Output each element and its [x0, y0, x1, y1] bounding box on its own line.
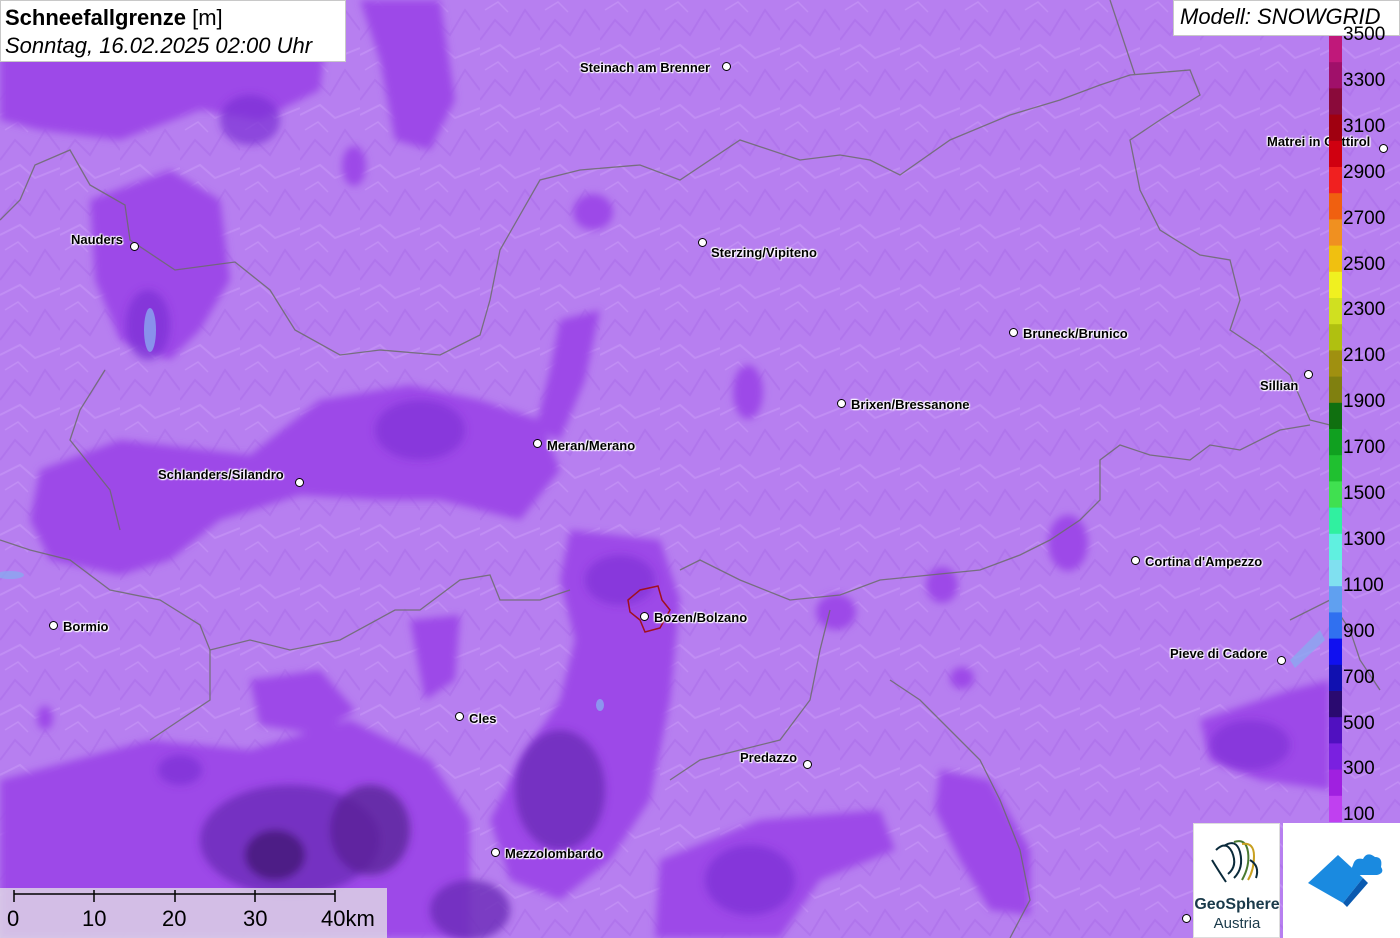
legend-tick-label: 700 — [1343, 666, 1375, 688]
legend-swatch — [1329, 691, 1342, 718]
city-dot[interactable] — [455, 712, 464, 721]
geosphere-name: GeoSphere — [1194, 896, 1280, 913]
city-label[interactable]: Bormio — [63, 619, 109, 634]
legend-swatch — [1329, 560, 1342, 587]
legend-tick-label: 3300 — [1343, 69, 1386, 91]
legend-swatch — [1329, 507, 1342, 535]
legend-swatch — [1329, 533, 1342, 561]
city-dot[interactable] — [837, 399, 846, 408]
legend-swatch — [1329, 586, 1342, 613]
geosphere-logo-icon — [1211, 840, 1259, 883]
legend-tick-label: 1700 — [1343, 437, 1386, 459]
title-main: Schneefallgrenze — [5, 5, 186, 30]
city-dot[interactable] — [640, 612, 649, 621]
scale-label: 10 — [82, 906, 107, 931]
city-label[interactable]: Nauders — [71, 232, 123, 247]
city-dot[interactable] — [803, 760, 812, 769]
legend-tick-label: 900 — [1343, 620, 1375, 642]
legend-swatch — [1329, 743, 1342, 771]
city-dot[interactable] — [698, 238, 707, 247]
legend-swatch — [1329, 612, 1342, 640]
legend-swatch — [1329, 664, 1342, 692]
legend-swatch — [1329, 36, 1342, 63]
legend-swatch — [1329, 62, 1342, 89]
city-dot[interactable] — [1131, 556, 1140, 565]
legend-swatch — [1329, 638, 1342, 666]
city-dot[interactable] — [1277, 656, 1286, 665]
geosphere-logo[interactable]: GeoSphere Austria — [1193, 823, 1280, 938]
legend-tick-label: 1300 — [1343, 528, 1386, 550]
city-dot[interactable] — [1009, 328, 1018, 337]
legend-tick-label: 2700 — [1343, 207, 1386, 229]
legend-swatch — [1329, 88, 1342, 116]
city-label[interactable]: Sterzing/Vipiteno — [711, 245, 817, 260]
city-label[interactable]: Mezzolombardo — [505, 846, 603, 861]
legend-swatch — [1329, 140, 1342, 168]
city-dot[interactable] — [49, 621, 58, 630]
geosphere-country: Austria — [1213, 915, 1261, 932]
legend-swatch — [1329, 455, 1342, 482]
city-dot[interactable] — [295, 478, 304, 487]
legend-swatch — [1329, 193, 1342, 220]
legend-swatch — [1329, 298, 1342, 325]
legend-swatch — [1329, 717, 1342, 744]
city-dot[interactable] — [1182, 914, 1191, 923]
legend-swatch — [1329, 429, 1342, 456]
legend-swatch — [1329, 167, 1342, 194]
city-dot[interactable] — [1304, 370, 1313, 379]
city-label[interactable]: Cortina d'Ampezzo — [1145, 554, 1262, 569]
city-label[interactable]: Meran/Merano — [547, 438, 635, 453]
legend-tick-label: 3500 — [1343, 24, 1386, 45]
map-title: Schneefallgrenze [m] — [5, 4, 341, 32]
scale-bar: 0 10 20 30 40km — [0, 888, 387, 938]
legend-swatch — [1329, 219, 1342, 247]
legend-tick-label: 2900 — [1343, 161, 1386, 183]
city-label[interactable]: Bruneck/Brunico — [1023, 326, 1128, 341]
city-label[interactable]: Pieve di Cadore — [1170, 646, 1268, 661]
map-title-box: Schneefallgrenze [m] Sonntag, 16.02.2025… — [0, 0, 346, 62]
legend-swatch — [1329, 481, 1342, 509]
legend-tick-label: 1900 — [1343, 391, 1386, 413]
legend-color-bar — [1329, 36, 1342, 822]
scale-label: 20 — [162, 906, 187, 931]
city-label[interactable]: Sillian — [1260, 378, 1298, 393]
partner-logo[interactable] — [1283, 823, 1400, 938]
city-label[interactable]: Steinach am Brenner — [580, 60, 710, 75]
scale-label: 40km — [321, 906, 375, 931]
legend-swatch — [1329, 245, 1342, 273]
legend-swatch — [1329, 795, 1342, 822]
legend-tick-label: 1500 — [1343, 483, 1386, 504]
city-dot[interactable] — [491, 848, 500, 857]
city-label[interactable]: Predazzo — [740, 750, 797, 765]
city-label[interactable]: Brixen/Bressanone — [851, 397, 970, 412]
legend-tick-label: 500 — [1343, 712, 1375, 734]
city-dot[interactable] — [722, 62, 731, 71]
legend-tick-label: 3100 — [1343, 115, 1386, 137]
title-unit: [m] — [192, 5, 223, 30]
legend-swatch — [1329, 350, 1342, 378]
scale-label: 30 — [243, 906, 268, 931]
legend-tick-label: 2100 — [1343, 345, 1386, 367]
city-dot[interactable] — [533, 439, 542, 448]
legend-swatch — [1329, 769, 1342, 797]
legend-swatch — [1329, 271, 1342, 299]
color-legend: 3500 3300 3100 2900 2700 2500 2300 2100 1900 1700… — [1329, 24, 1400, 825]
legend-tick-label: 300 — [1343, 758, 1375, 780]
legend-swatch — [1329, 114, 1342, 142]
city-label[interactable]: Cles — [469, 711, 496, 726]
city-dot[interactable] — [130, 242, 139, 251]
legend-swatch — [1329, 402, 1342, 430]
legend-swatch — [1329, 376, 1342, 404]
city-label[interactable]: Schlanders/Silandro — [158, 467, 284, 482]
legend-tick-label: 2500 — [1343, 253, 1386, 275]
cloud-arrow-icon — [1308, 854, 1383, 907]
city-label[interactable]: Bozen/Bolzano — [654, 610, 747, 625]
legend-swatch — [1329, 324, 1342, 351]
scale-label: 0 — [7, 906, 20, 931]
map-datetime: Sonntag, 16.02.2025 02:00 Uhr — [5, 33, 313, 58]
legend-tick-label: 1100 — [1343, 574, 1384, 596]
legend-tick-label: 2300 — [1343, 299, 1386, 321]
